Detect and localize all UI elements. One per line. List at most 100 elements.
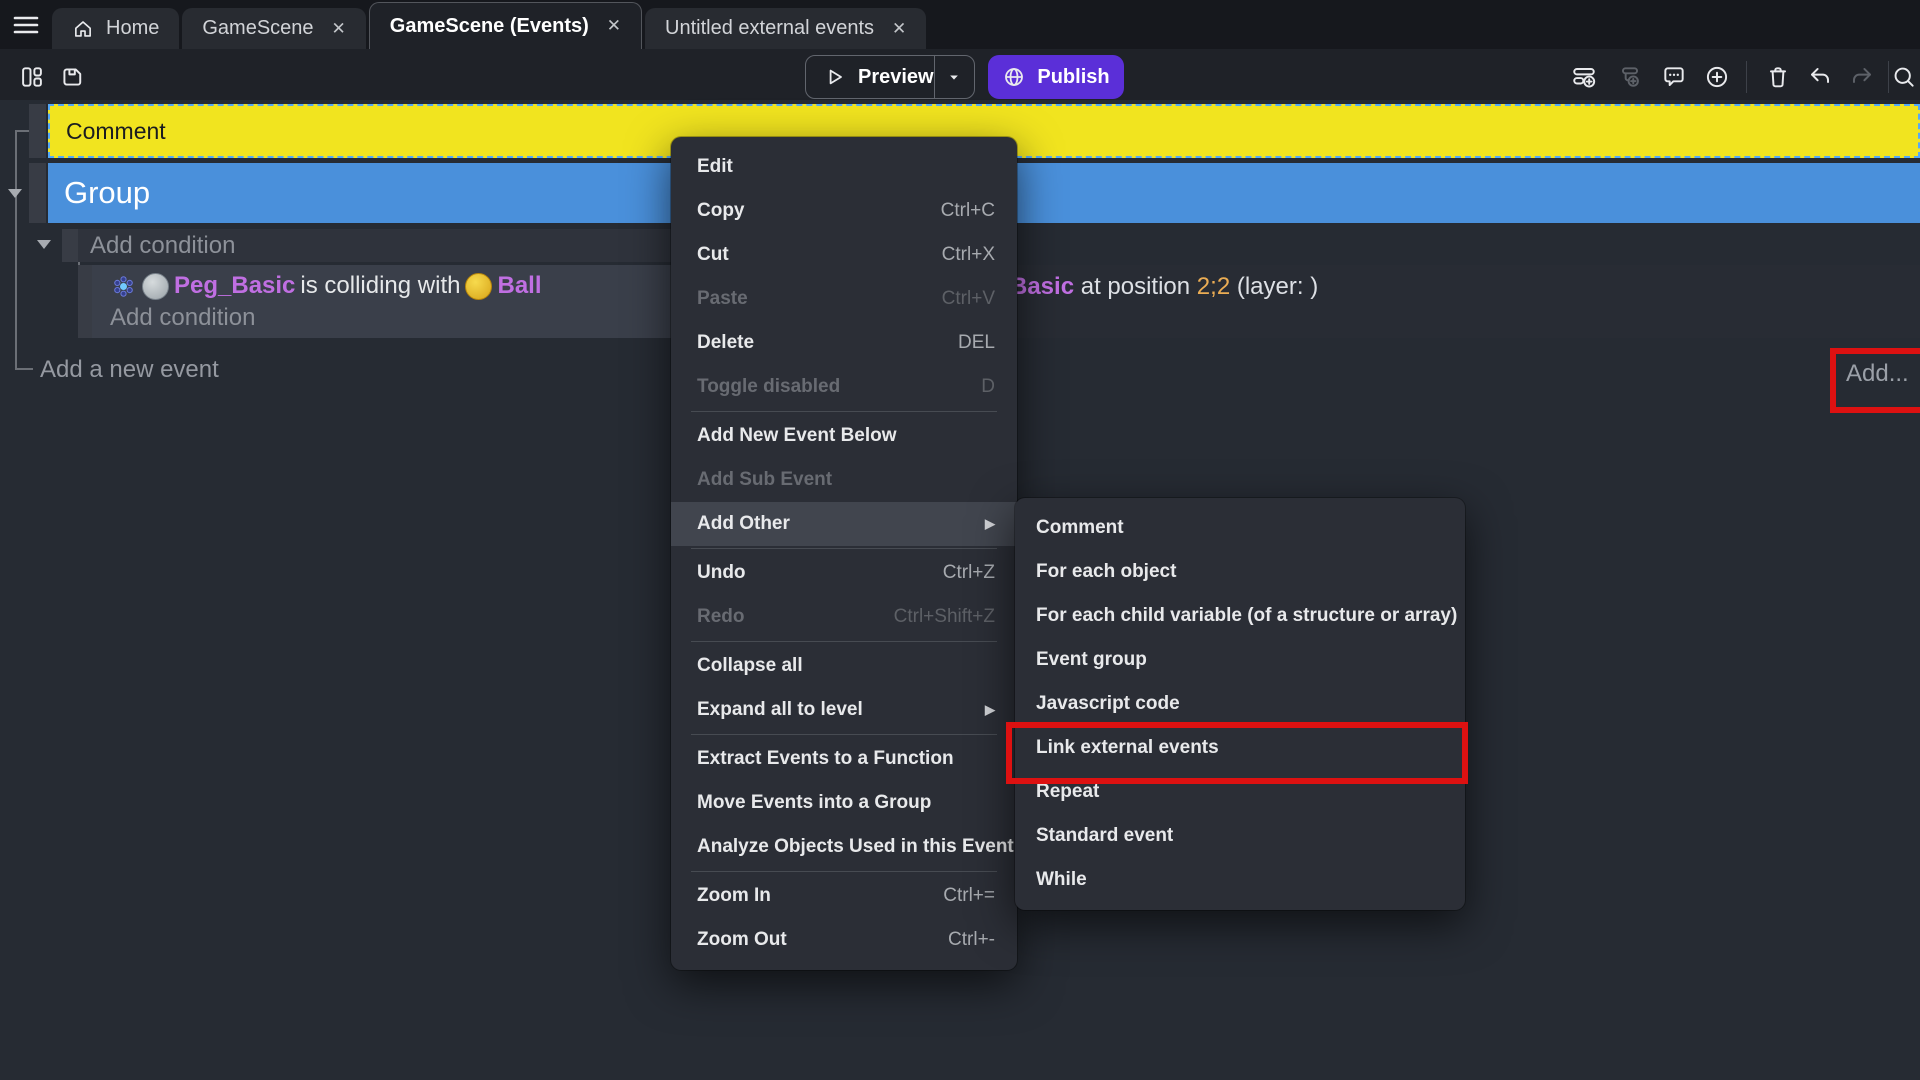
submenu-item-javascript-code[interactable]: Javascript code: [1015, 682, 1465, 726]
menu-item-label: Move Events into a Group: [697, 792, 931, 814]
collapse-arrow-icon[interactable]: [8, 189, 22, 198]
submenu-item-link-external-events[interactable]: Link external events: [1015, 726, 1465, 770]
menu-item-move-events-into-a-group[interactable]: Move Events into a Group: [671, 781, 1017, 825]
tab-home[interactable]: Home: [52, 8, 179, 49]
menu-item-zoom-out[interactable]: Zoom Out Ctrl+-: [671, 918, 1017, 962]
tab-untitled-external-events[interactable]: Untitled external events ✕: [645, 8, 926, 49]
tab-label: Untitled external events: [665, 17, 874, 40]
submenu-item-standard-event[interactable]: Standard event: [1015, 814, 1465, 858]
menu-divider: [691, 641, 997, 642]
action-row[interactable]: Basic at position 2;2 (layer: ): [1010, 272, 1318, 302]
menu-item-label: Delete: [697, 332, 754, 354]
add-sub-event-icon: [1616, 63, 1644, 91]
menu-item-zoom-in[interactable]: Zoom In Ctrl+=: [671, 874, 1017, 918]
menu-item-label: Redo: [697, 606, 745, 628]
menu-item-add-new-event-below[interactable]: Add New Event Below: [671, 414, 1017, 458]
menu-item-label: Zoom In: [697, 885, 771, 907]
menu-item-delete[interactable]: Delete DEL: [671, 321, 1017, 365]
undo-icon[interactable]: [1806, 63, 1834, 91]
menu-item-label: For each object: [1036, 561, 1176, 583]
add-other-submenu: Comment For each object For each child var…: [1015, 498, 1465, 910]
menu-item-collapse-all[interactable]: Collapse all: [671, 644, 1017, 688]
tab-bar: HomeGameScene✕GameScene (Events)✕Untitle…: [0, 0, 1920, 49]
globe-icon: [1002, 65, 1026, 89]
delete-icon[interactable]: [1764, 63, 1792, 91]
submenu-item-event-group[interactable]: Event group: [1015, 638, 1465, 682]
preview-label: Preview: [858, 66, 934, 89]
menu-item-redo: Redo Ctrl+Shift+Z: [671, 595, 1017, 639]
menu-item-label: Add New Event Below: [697, 425, 897, 447]
menu-item-paste: Paste Ctrl+V: [671, 277, 1017, 321]
tree-line: [15, 130, 30, 132]
tab-close-icon[interactable]: ✕: [607, 16, 621, 36]
submenu-item-repeat[interactable]: Repeat: [1015, 770, 1465, 814]
submenu-item-for-each-object[interactable]: For each object: [1015, 550, 1465, 594]
ball-object-thumbnail: [465, 273, 492, 300]
event-gutter: [29, 104, 46, 158]
menu-item-add-other[interactable]: Add Other▶: [671, 502, 1017, 546]
menu-shortcut: Ctrl+C: [941, 200, 995, 222]
menu-item-label: Add Other: [697, 513, 790, 535]
toolbar-divider: [1888, 61, 1889, 93]
add-other-icon[interactable]: [1703, 63, 1731, 91]
menu-shortcut: DEL: [958, 332, 995, 354]
menu-item-label: Repeat: [1036, 781, 1099, 803]
add-condition-placeholder[interactable]: Add condition: [110, 303, 255, 333]
menu-shortcut: Ctrl+X: [942, 244, 995, 266]
add-condition-placeholder[interactable]: Add condition: [78, 229, 771, 262]
condition-row[interactable]: Peg_Basic is colliding with Ball: [110, 270, 542, 302]
menu-item-add-sub-event: Add Sub Event: [671, 458, 1017, 502]
tree-line: [15, 130, 17, 369]
menu-item-label: Extract Events to a Function: [697, 748, 954, 770]
peg-object-thumbnail: [142, 273, 169, 300]
position-value: 2;2: [1197, 273, 1230, 300]
menu-item-label: Copy: [697, 200, 745, 222]
add-button[interactable]: Add...: [1846, 360, 1909, 388]
publish-button[interactable]: Publish: [988, 55, 1124, 99]
tab-close-icon[interactable]: ✕: [892, 19, 906, 39]
menu-item-label: Paste: [697, 288, 748, 310]
menu-item-extract-events-to-a-function[interactable]: Extract Events to a Function: [671, 737, 1017, 781]
add-new-event-link[interactable]: Add a new event: [40, 356, 219, 384]
collapse-arrow-icon[interactable]: [37, 240, 51, 249]
menu-shortcut: D: [981, 376, 995, 398]
menu-item-copy[interactable]: Copy Ctrl+C: [671, 189, 1017, 233]
submenu-item-for-each-child-variable-of-a-structure-or-array[interactable]: For each child variable (of a structure …: [1015, 594, 1465, 638]
tab-gamescene[interactable]: GameScene✕: [182, 8, 365, 49]
menu-item-label: Zoom Out: [697, 929, 787, 951]
search-icon[interactable]: [1890, 63, 1918, 91]
menu-shortcut: Ctrl+-: [948, 929, 995, 951]
add-comment-icon[interactable]: [1660, 63, 1688, 91]
submenu-item-while[interactable]: While: [1015, 858, 1465, 902]
menu-divider: [691, 548, 997, 549]
menu-item-label: Link external events: [1036, 737, 1219, 759]
menu-item-label: Javascript code: [1036, 693, 1180, 715]
context-menu: Edit Copy Ctrl+C CutCtrl+X Paste Ctrl+V Delete…: [671, 137, 1017, 970]
preview-button[interactable]: Preview: [805, 55, 975, 99]
menu-item-edit[interactable]: Edit: [671, 145, 1017, 189]
menu-item-label: Expand all to level: [697, 699, 863, 721]
add-event-icon[interactable]: [1570, 63, 1598, 91]
save-icon[interactable]: [58, 63, 86, 91]
menu-shortcut: Ctrl+V: [942, 288, 995, 310]
submenu-item-comment[interactable]: Comment: [1015, 506, 1465, 550]
menu-shortcut: Ctrl+Shift+Z: [894, 606, 995, 628]
menu-item-label: Edit: [697, 156, 733, 178]
menu-shortcut: Ctrl+Z: [943, 562, 995, 584]
home-icon: [72, 18, 94, 40]
menu-divider: [691, 871, 997, 872]
toolbar-divider: [1746, 61, 1747, 93]
menu-item-cut[interactable]: CutCtrl+X: [671, 233, 1017, 277]
menu-item-label: Toggle disabled: [697, 376, 840, 398]
publish-label: Publish: [1037, 66, 1109, 89]
project-manager-icon[interactable]: [18, 63, 46, 91]
hamburger-menu-icon[interactable]: [0, 0, 52, 49]
menu-item-label: Comment: [1036, 517, 1124, 539]
tab-close-icon[interactable]: ✕: [332, 19, 346, 39]
menu-item-undo[interactable]: UndoCtrl+Z: [671, 551, 1017, 595]
menu-shortcut: Ctrl+=: [943, 885, 995, 907]
chevron-down-icon[interactable]: [935, 67, 974, 87]
tab-gamescene-events[interactable]: GameScene (Events)✕: [369, 2, 642, 49]
menu-item-expand-all-to-level[interactable]: Expand all to level▶: [671, 688, 1017, 732]
menu-item-analyze-objects-used-in-this-event[interactable]: Analyze Objects Used in this Event: [671, 825, 1017, 869]
